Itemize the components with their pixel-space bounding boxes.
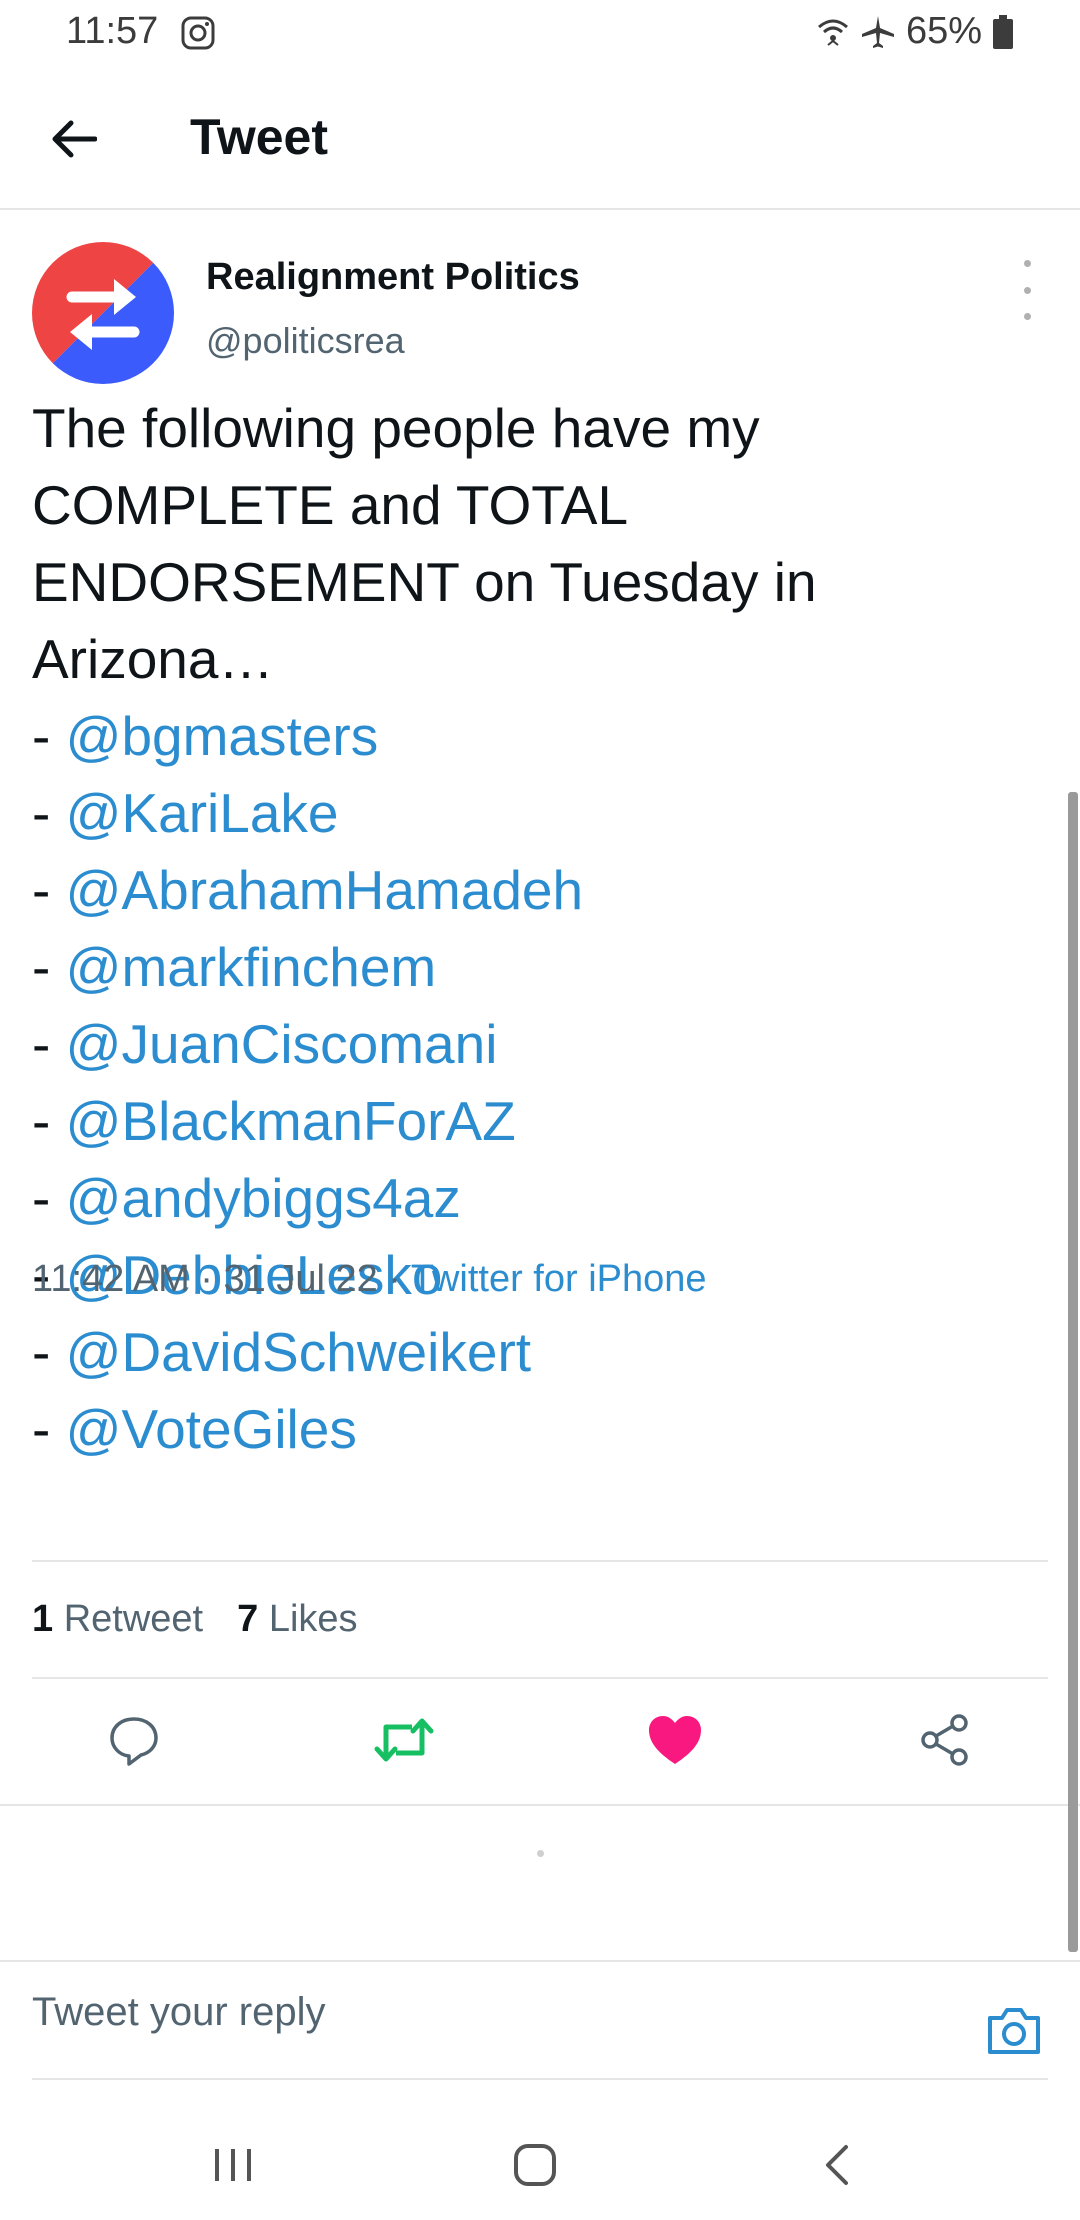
meta-separator: · bbox=[189, 1258, 224, 1300]
mention-line: - @DavidSchweikert bbox=[32, 1314, 1032, 1391]
meta-separator: · bbox=[377, 1258, 411, 1300]
mention-link[interactable]: @bgmasters bbox=[66, 705, 379, 767]
scrollbar[interactable] bbox=[1068, 792, 1078, 1952]
divider bbox=[32, 1560, 1048, 1562]
system-nav-bar bbox=[0, 2090, 1080, 2220]
mention-link[interactable]: @markfinchem bbox=[66, 936, 437, 998]
mention-dash: - bbox=[32, 1013, 66, 1075]
heart-icon bbox=[649, 1716, 701, 1764]
retweet-icon bbox=[374, 1718, 434, 1762]
tweet-time: 11:42 AM bbox=[32, 1258, 190, 1300]
author-handle[interactable]: @politicsrea bbox=[206, 320, 405, 362]
system-back-button[interactable] bbox=[802, 2130, 872, 2200]
mention-dash: - bbox=[32, 1321, 66, 1383]
chevron-left-icon bbox=[826, 2145, 848, 2185]
mention-line: - @VoteGiles bbox=[32, 1391, 1032, 1468]
tweet-date: 31 Jul 22 bbox=[223, 1258, 378, 1300]
author-name[interactable]: Realignment Politics bbox=[206, 256, 580, 299]
retweet-label: Retweet bbox=[63, 1598, 204, 1640]
status-icons: 65% bbox=[816, 10, 1014, 53]
retweet-count: 1 bbox=[32, 1598, 54, 1640]
retweet-button[interactable] bbox=[364, 1700, 444, 1780]
likes-stat[interactable]: 7 Likes bbox=[237, 1598, 357, 1641]
mention-line: - @KariLake bbox=[32, 775, 1032, 852]
airplane-mode-icon bbox=[861, 15, 894, 48]
mention-line: - @andybiggs4az bbox=[32, 1160, 1032, 1237]
status-time: 11:57 bbox=[66, 10, 159, 52]
tweet-text-line: ENDORSEMENT on Tuesday in bbox=[32, 551, 817, 613]
comment-icon bbox=[110, 1717, 158, 1766]
share-icon bbox=[921, 1714, 968, 1766]
more-vertical-icon bbox=[1023, 260, 1031, 267]
mention-line: - @AbrahamHamadeh bbox=[32, 852, 1032, 929]
more-dot bbox=[1023, 286, 1031, 294]
more-options-button[interactable] bbox=[1010, 260, 1044, 320]
recent-apps-icon bbox=[215, 2149, 251, 2181]
tweet-text-line: Arizona… bbox=[32, 628, 274, 690]
mention-dash: - bbox=[32, 859, 66, 921]
tweet-actions bbox=[0, 1700, 1080, 1820]
mention-line: - @markfinchem bbox=[32, 929, 1032, 1006]
mention-link[interactable]: @BlackmanForAZ bbox=[66, 1090, 516, 1152]
home-icon bbox=[514, 2144, 556, 2186]
wifi-calling-icon bbox=[817, 19, 848, 46]
share-button[interactable] bbox=[905, 1700, 985, 1780]
loading-indicator bbox=[537, 1850, 544, 1857]
tweet-text-line: COMPLETE and TOTAL bbox=[32, 474, 629, 536]
mention-link[interactable]: @KariLake bbox=[66, 782, 339, 844]
page-title: Tweet bbox=[190, 109, 328, 165]
mention-dash: - bbox=[32, 705, 66, 767]
mention-link[interactable]: @AbrahamHamadeh bbox=[66, 859, 583, 921]
mention-dash: - bbox=[32, 936, 66, 998]
back-button[interactable] bbox=[40, 106, 106, 172]
mention-dash: - bbox=[32, 1090, 66, 1152]
mention-dash: - bbox=[32, 782, 66, 844]
mention-line: - @JuanCiscomani bbox=[32, 1006, 1032, 1083]
camera-icon[interactable] bbox=[984, 2000, 1044, 2060]
likes-count: 7 bbox=[237, 1598, 259, 1640]
mention-line: - @bgmasters bbox=[32, 698, 1032, 775]
battery-icon bbox=[993, 14, 1013, 49]
arrow-left-icon bbox=[52, 120, 97, 158]
retweets-stat[interactable]: 1 Retweet bbox=[32, 1598, 203, 1641]
mention-link[interactable]: @andybiggs4az bbox=[66, 1167, 461, 1229]
tweet-meta: 11:42 AM · 31 Jul 22 · Twitter for iPhon… bbox=[32, 1258, 707, 1301]
mention-link[interactable]: @JuanCiscomani bbox=[66, 1013, 498, 1075]
like-button[interactable] bbox=[635, 1700, 715, 1780]
reply-input[interactable]: Tweet your reply bbox=[32, 1990, 325, 2035]
divider bbox=[32, 2078, 1048, 2080]
realignment-logo bbox=[32, 242, 174, 384]
section-divider bbox=[0, 1804, 1080, 1806]
tweet-text-line: The following people have my bbox=[32, 397, 760, 459]
avatar[interactable] bbox=[32, 242, 174, 384]
mention-link[interactable]: @DavidSchweikert bbox=[66, 1321, 531, 1383]
reply-button[interactable] bbox=[94, 1700, 174, 1780]
reply-bar: Tweet your reply bbox=[0, 1960, 1080, 2080]
tweet-source-link[interactable]: Twitter for iPhone bbox=[411, 1258, 707, 1300]
tweet-stats: 1 Retweet 7 Likes bbox=[32, 1598, 358, 1641]
battery-percent: 65% bbox=[905, 10, 982, 52]
mention-dash: - bbox=[32, 1398, 66, 1460]
tweet-text: The following people have my COMPLETE an… bbox=[32, 390, 1032, 1468]
mention-link[interactable]: @VoteGiles bbox=[66, 1398, 357, 1460]
mention-dash: - bbox=[32, 1167, 66, 1229]
likes-label: Likes bbox=[268, 1598, 358, 1640]
more-dot bbox=[1023, 313, 1031, 320]
instagram-icon bbox=[181, 16, 215, 50]
home-button[interactable] bbox=[500, 2130, 570, 2200]
mention-line: - @BlackmanForAZ bbox=[32, 1083, 1032, 1160]
recent-apps-button[interactable] bbox=[198, 2130, 268, 2200]
divider bbox=[32, 1677, 1048, 1679]
app-bar: Tweet bbox=[0, 66, 1080, 210]
status-bar: 11:57 65% bbox=[0, 0, 1080, 66]
